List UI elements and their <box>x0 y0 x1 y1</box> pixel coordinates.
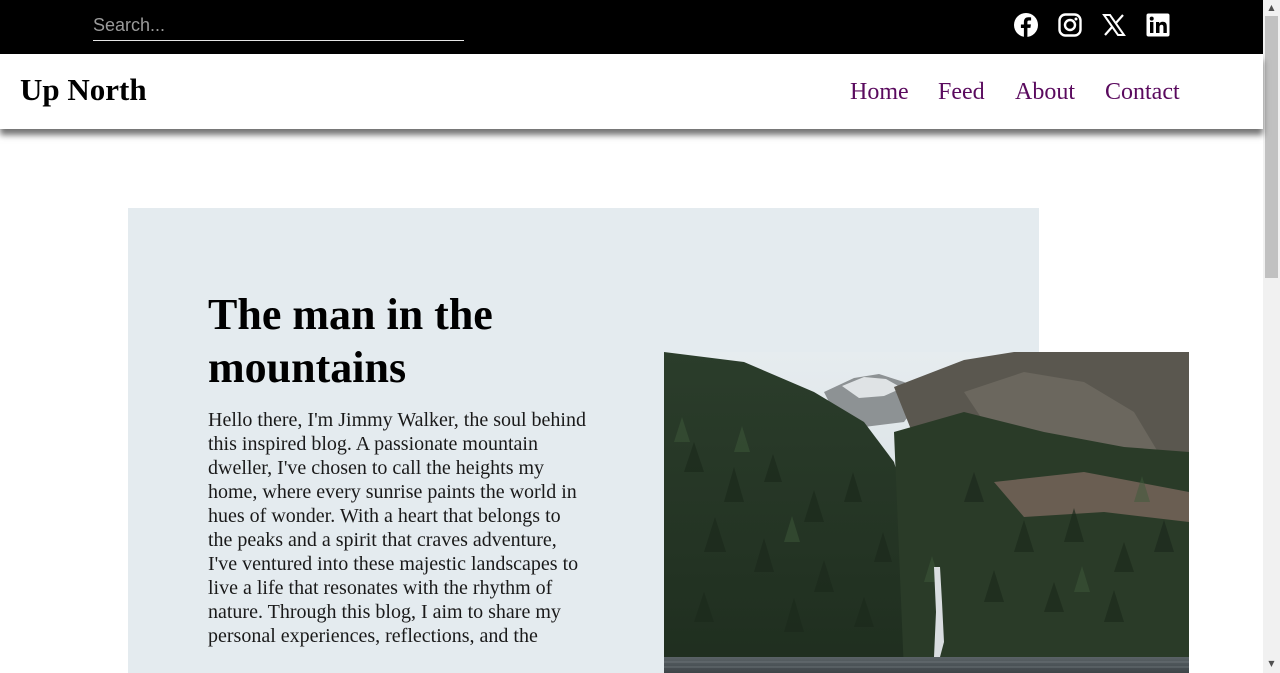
nav-contact[interactable]: Contact <box>1105 79 1180 106</box>
top-bar <box>0 0 1263 54</box>
site-brand[interactable]: Up North <box>20 72 147 108</box>
hero-title: The man in the mountains <box>208 290 493 392</box>
search-input[interactable] <box>93 10 464 41</box>
scroll-up-icon[interactable]: ▲ <box>1266 3 1277 13</box>
linkedin-icon[interactable] <box>1146 13 1170 37</box>
x-icon[interactable] <box>1102 13 1126 37</box>
scroll-down-icon[interactable]: ▼ <box>1266 659 1277 669</box>
site-header: Up North Home Feed About Contact <box>0 54 1263 129</box>
instagram-icon[interactable] <box>1058 13 1082 37</box>
mountain-waterfall-photo <box>664 352 1189 673</box>
nav-about[interactable]: About <box>1015 79 1075 106</box>
nav-feed[interactable]: Feed <box>938 79 985 106</box>
scrollbar-thumb[interactable] <box>1265 16 1278 278</box>
facebook-icon[interactable] <box>1014 13 1038 37</box>
nav-home[interactable]: Home <box>850 79 909 106</box>
hero-text: Hello there, I'm Jimmy Walker, the soul … <box>208 409 586 647</box>
